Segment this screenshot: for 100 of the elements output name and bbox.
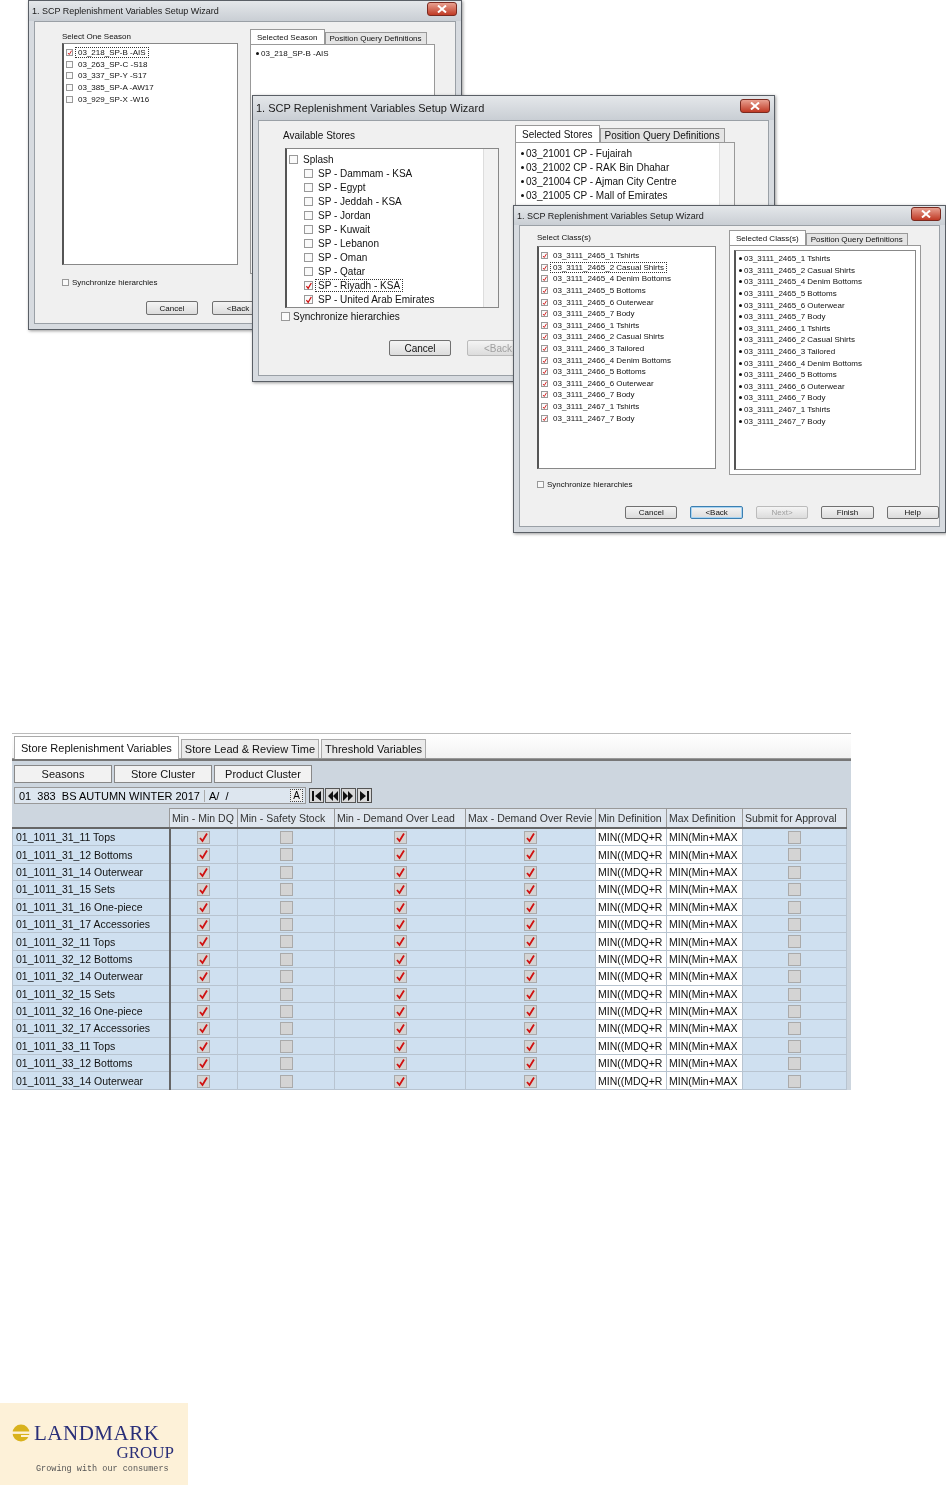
tab[interactable]: Selected Class(s) — [729, 230, 806, 245]
checkbox[interactable] — [304, 196, 313, 206]
list-item[interactable]: 03_218_SP-B -AIS — [75, 47, 149, 59]
list-item[interactable]: SP - Jordan — [315, 208, 374, 222]
checkbox[interactable] — [541, 379, 548, 387]
checkbox[interactable] — [524, 883, 537, 897]
checkbox[interactable] — [279, 1004, 293, 1018]
checkbox[interactable] — [197, 848, 211, 862]
checkbox[interactable] — [788, 865, 801, 879]
checkbox[interactable] — [393, 1039, 407, 1053]
checkbox[interactable] — [788, 918, 801, 931]
checkbox[interactable] — [62, 279, 69, 286]
checkbox[interactable] — [66, 60, 73, 68]
skip-end-button[interactable] — [357, 788, 372, 803]
checkbox[interactable] — [279, 1022, 293, 1036]
checkbox[interactable] — [279, 883, 293, 897]
dialog-button[interactable]: Cancel — [389, 340, 451, 356]
checkbox[interactable] — [541, 287, 548, 295]
checkbox[interactable] — [197, 1057, 211, 1071]
tab[interactable]: Threshold Variables — [321, 739, 427, 758]
checkbox[interactable] — [393, 1004, 407, 1018]
list-item[interactable]: 03_263_SP-C -S18 — [75, 58, 151, 70]
dialog-button[interactable]: Help — [886, 506, 940, 519]
checkbox[interactable] — [524, 918, 537, 931]
checkbox[interactable] — [279, 900, 293, 914]
fast-forward-button[interactable] — [341, 788, 356, 803]
list-item[interactable]: SP - Oman — [315, 250, 371, 264]
checkbox[interactable] — [788, 935, 801, 949]
checkbox[interactable] — [66, 72, 73, 80]
tab[interactable]: Position Query Definitions — [599, 128, 725, 142]
list-item[interactable]: 03_3111_2465_1 Tshirts — [550, 250, 643, 262]
checkbox[interactable] — [524, 935, 537, 949]
tab[interactable]: Position Query Definitions — [324, 32, 427, 44]
list-item[interactable]: 03_3111_2467_7 Body — [550, 412, 638, 424]
checkbox[interactable] — [393, 848, 407, 862]
checkbox[interactable] — [66, 95, 73, 103]
checkbox[interactable] — [393, 987, 407, 1001]
tab[interactable]: Position Query Definitions — [805, 233, 908, 245]
close-button[interactable] — [740, 99, 770, 113]
list-item[interactable]: SP - Riyadh - KSA — [315, 278, 404, 292]
checkbox[interactable] — [788, 970, 801, 984]
checkbox[interactable] — [197, 900, 211, 914]
dialog-button[interactable]: <Back — [690, 506, 743, 519]
checkbox[interactable] — [788, 987, 801, 1001]
toolbar-button[interactable]: Product Cluster — [214, 765, 312, 783]
checkbox[interactable] — [788, 900, 801, 914]
checkbox[interactable] — [541, 333, 548, 341]
dialog-button[interactable]: Cancel — [625, 506, 678, 519]
filter-glyph[interactable]: A — [290, 789, 303, 802]
checkbox[interactable] — [541, 275, 548, 283]
checkbox[interactable] — [304, 182, 313, 192]
checkbox[interactable] — [788, 1057, 801, 1071]
checkbox[interactable] — [304, 224, 313, 234]
close-button[interactable] — [911, 206, 941, 221]
checkbox[interactable] — [289, 154, 298, 164]
checkbox[interactable] — [541, 252, 548, 260]
dialog-button[interactable]: Finish — [821, 506, 874, 519]
list-item[interactable]: 03_3111_2466_4 Denim Bottoms — [550, 354, 674, 366]
checkbox[interactable] — [197, 883, 211, 897]
tab[interactable]: Selected Stores — [515, 125, 600, 142]
checkbox[interactable] — [524, 970, 537, 984]
checkbox[interactable] — [279, 935, 293, 949]
checkbox[interactable] — [541, 263, 548, 271]
checkbox[interactable] — [393, 1022, 407, 1036]
checkbox[interactable] — [279, 970, 293, 984]
checkbox[interactable] — [541, 414, 548, 422]
list-item[interactable]: 03_3111_2465_4 Denim Bottoms — [550, 273, 674, 285]
checkbox[interactable] — [524, 900, 537, 914]
checkbox[interactable] — [304, 280, 313, 290]
checkbox[interactable] — [524, 987, 537, 1001]
checkbox[interactable] — [304, 252, 313, 262]
checkbox[interactable] — [524, 1004, 537, 1018]
list-item[interactable]: 03_3111_2465_6 Outerwear — [550, 296, 657, 308]
checkbox[interactable] — [788, 883, 801, 897]
tab[interactable]: Store Lead & Review Time — [180, 739, 320, 758]
checkbox[interactable] — [197, 1039, 211, 1053]
list-item[interactable]: SP - Dammam - KSA — [315, 166, 416, 180]
checkbox[interactable] — [788, 831, 801, 845]
checkbox[interactable] — [788, 1074, 801, 1088]
checkbox[interactable] — [524, 865, 537, 879]
checkbox[interactable] — [66, 84, 73, 92]
list-item[interactable]: 03_385_SP-A -AW17 — [75, 82, 157, 94]
checkbox[interactable] — [524, 848, 537, 862]
checkbox[interactable] — [279, 1039, 293, 1053]
checkbox[interactable] — [524, 952, 537, 966]
list-item[interactable]: 03_3111_2467_1 Tshirts — [550, 401, 643, 412]
checkbox[interactable] — [393, 883, 407, 897]
dialog-button[interactable]: Cancel — [146, 301, 198, 315]
skip-start-button[interactable] — [309, 788, 324, 803]
checkbox[interactable] — [279, 848, 293, 862]
checkbox[interactable] — [197, 970, 211, 984]
list-item[interactable]: 03_3111_2466_7 Body — [550, 389, 638, 401]
list-item[interactable]: 03_3111_2466_5 Bottoms — [550, 366, 649, 378]
checkbox[interactable] — [537, 481, 544, 488]
checkbox[interactable] — [393, 918, 407, 931]
checkbox[interactable] — [393, 865, 407, 879]
list-item[interactable]: SP - Jeddah - KSA — [315, 194, 405, 208]
checkbox[interactable] — [304, 210, 313, 220]
checkbox[interactable] — [197, 935, 211, 949]
checkbox[interactable] — [279, 952, 293, 966]
